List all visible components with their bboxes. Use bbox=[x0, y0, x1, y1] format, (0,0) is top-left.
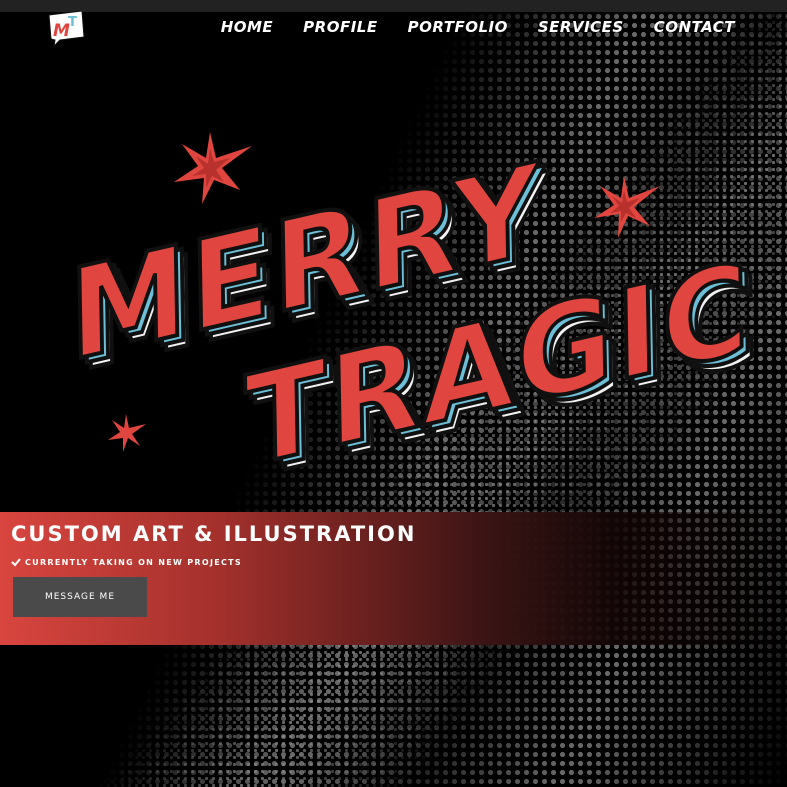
banner-subtitle: CURRENTLY TAKING ON NEW PROJECTS bbox=[11, 557, 242, 567]
top-bar bbox=[0, 0, 787, 12]
banner-subtitle-text: CURRENTLY TAKING ON NEW PROJECTS bbox=[25, 557, 242, 567]
banner-title: CUSTOM ART & ILLUSTRATION bbox=[11, 522, 417, 546]
nav-home[interactable]: HOME bbox=[221, 16, 273, 38]
main-nav: HOME PROFILE PORTFOLIO SERVICES CONTACT bbox=[191, 16, 735, 38]
hero-title-art: MERRY MERRY MERRY TRAGIC TRAGIC TRAGIC bbox=[66, 132, 764, 500]
check-icon bbox=[11, 558, 21, 567]
message-me-button[interactable]: MESSAGE ME bbox=[13, 577, 147, 617]
nav-portfolio[interactable]: PORTFOLIO bbox=[408, 16, 508, 38]
starburst-icon bbox=[174, 132, 252, 204]
nav-contact[interactable]: CONTACT bbox=[654, 16, 735, 38]
nav-profile[interactable]: PROFILE bbox=[303, 16, 377, 38]
nav-services[interactable]: SERVICES bbox=[538, 16, 624, 38]
starburst-icon bbox=[108, 414, 146, 452]
starburst-icon bbox=[594, 176, 660, 238]
logo-letter-t: T bbox=[68, 15, 77, 30]
logo[interactable]: M T bbox=[46, 9, 86, 47]
